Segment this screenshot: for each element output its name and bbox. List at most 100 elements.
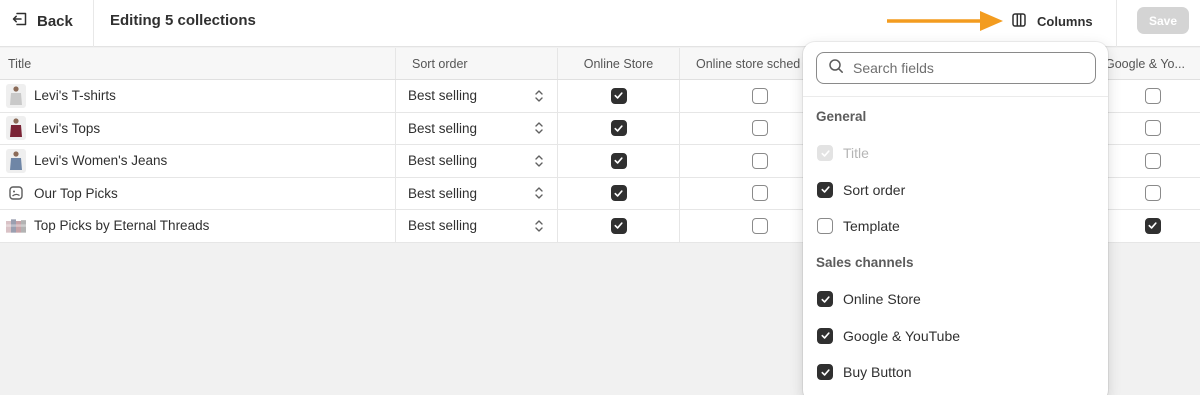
google-youtube-checkbox[interactable] xyxy=(1144,87,1161,104)
cell-title[interactable]: Our Top Picks xyxy=(0,177,396,209)
select-chevron-icon xyxy=(533,186,545,200)
collection-title: Levi's Women's Jeans xyxy=(34,153,168,169)
google-youtube-checkbox[interactable] xyxy=(1144,120,1161,137)
header-online-store-scheduled[interactable]: Online store sched xyxy=(680,48,805,79)
google-youtube-checkbox[interactable] xyxy=(1144,185,1161,202)
general-column-option[interactable]: Template xyxy=(817,218,900,234)
collection-thumbnail xyxy=(6,83,26,108)
collection-title: Levi's T-shirts xyxy=(34,88,116,104)
columns-label: Columns xyxy=(1037,13,1093,29)
sort-order-value: Best selling xyxy=(408,218,478,234)
cell-online-store xyxy=(558,112,680,144)
online-store-checkbox[interactable] xyxy=(610,87,627,104)
back-icon xyxy=(12,11,28,31)
cell-google-youtube xyxy=(1105,113,1200,145)
cell-title[interactable]: Levi's Women's Jeans xyxy=(0,145,396,177)
sales-channel-checkbox[interactable] xyxy=(817,327,833,344)
search-input[interactable] xyxy=(853,60,1083,76)
sort-order-select[interactable]: Best selling xyxy=(396,177,558,209)
scheduled-checkbox[interactable] xyxy=(752,152,768,169)
back-label: Back xyxy=(37,12,73,30)
select-chevron-icon xyxy=(533,154,545,168)
divider xyxy=(803,96,1108,97)
cell-title[interactable]: Levi's Tops xyxy=(0,112,396,144)
columns-button[interactable]: Columns xyxy=(1011,0,1093,42)
scheduled-checkbox[interactable] xyxy=(752,217,768,234)
sort-order-select[interactable]: Best selling xyxy=(396,145,558,177)
option-label: Google & YouTube xyxy=(843,327,961,344)
sort-order-select[interactable]: Best selling xyxy=(396,210,558,242)
collection-title: Our Top Picks xyxy=(34,185,118,201)
top-bar: Back Editing 5 collections Columns Save xyxy=(0,0,1200,47)
cell-google-youtube xyxy=(1105,145,1200,177)
sales-channel-option[interactable]: Buy Button xyxy=(817,364,912,380)
cell-title[interactable]: Levi's T-shirts xyxy=(0,80,396,112)
general-column-checkbox[interactable] xyxy=(817,218,833,234)
general-column-option[interactable]: Sort order xyxy=(817,181,906,198)
sort-order-select[interactable]: Best selling xyxy=(396,80,558,112)
select-chevron-icon xyxy=(533,89,545,103)
cell-online-store xyxy=(558,177,680,209)
divider xyxy=(93,0,94,47)
search-field[interactable] xyxy=(816,52,1096,84)
orange-arrow-icon xyxy=(887,11,1003,31)
save-button[interactable]: Save xyxy=(1137,7,1189,34)
general-column-checkbox[interactable] xyxy=(817,181,833,198)
sales-channel-option[interactable]: Online Store xyxy=(817,291,921,307)
cell-online-store-scheduled xyxy=(680,177,805,209)
cell-title[interactable]: Top Picks by Eternal Threads xyxy=(0,210,396,242)
collection-title: Top Picks by Eternal Threads xyxy=(34,218,210,234)
section-general: General xyxy=(816,109,867,124)
option-label: Template xyxy=(843,218,900,234)
scheduled-checkbox[interactable] xyxy=(752,185,768,202)
cell-online-store xyxy=(558,145,680,177)
columns-icon xyxy=(1011,12,1027,31)
cell-online-store xyxy=(558,80,680,112)
header-google-youtube[interactable]: Google & Yo... xyxy=(1105,48,1200,79)
cell-google-youtube xyxy=(1105,210,1200,242)
collection-thumbnail xyxy=(6,116,26,141)
option-label: Sort order xyxy=(843,181,906,198)
divider xyxy=(1116,0,1117,47)
cell-online-store xyxy=(558,210,680,242)
image-placeholder-icon xyxy=(6,181,26,206)
general-column-checkbox xyxy=(817,145,833,161)
header-online-store[interactable]: Online Store xyxy=(558,48,680,79)
scheduled-checkbox[interactable] xyxy=(752,87,768,104)
collection-thumbnail xyxy=(6,214,26,238)
sales-channel-option[interactable]: Google & YouTube xyxy=(817,327,961,344)
sort-order-value: Best selling xyxy=(408,88,478,104)
sort-order-value: Best selling xyxy=(408,120,478,136)
sales-channel-checkbox[interactable] xyxy=(817,291,833,307)
option-label: Online Store xyxy=(843,291,921,307)
sort-order-value: Best selling xyxy=(408,153,478,169)
select-chevron-icon xyxy=(533,219,545,233)
online-store-checkbox[interactable] xyxy=(610,185,627,202)
cell-google-youtube xyxy=(1105,178,1200,210)
collection-title: Levi's Tops xyxy=(34,120,101,136)
online-store-checkbox[interactable] xyxy=(610,152,627,169)
search-icon xyxy=(828,58,844,79)
option-label: Buy Button xyxy=(843,364,912,380)
section-sales-channels: Sales channels xyxy=(816,255,914,270)
back-button[interactable]: Back xyxy=(12,0,73,42)
page-title: Editing 5 collections xyxy=(110,12,256,29)
online-store-checkbox[interactable] xyxy=(610,217,627,234)
cell-online-store-scheduled xyxy=(680,80,805,112)
scheduled-checkbox[interactable] xyxy=(752,120,768,137)
cell-online-store-scheduled xyxy=(680,145,805,177)
sales-channel-checkbox[interactable] xyxy=(817,364,833,380)
general-column-option: Title xyxy=(817,145,869,161)
header-title[interactable]: Title xyxy=(0,48,396,79)
cell-online-store-scheduled xyxy=(680,112,805,144)
header-sort-order[interactable]: Sort order xyxy=(396,48,558,79)
cell-online-store-scheduled xyxy=(680,210,805,242)
columns-popover: General Title Sort order Template Sales ch… xyxy=(803,42,1108,395)
sort-order-select[interactable]: Best selling xyxy=(396,112,558,144)
google-youtube-checkbox[interactable] xyxy=(1144,152,1161,169)
collection-thumbnail xyxy=(6,148,26,173)
select-chevron-icon xyxy=(533,121,545,135)
online-store-checkbox[interactable] xyxy=(610,120,627,137)
cell-google-youtube xyxy=(1105,80,1200,112)
google-youtube-checkbox[interactable] xyxy=(1144,217,1161,234)
